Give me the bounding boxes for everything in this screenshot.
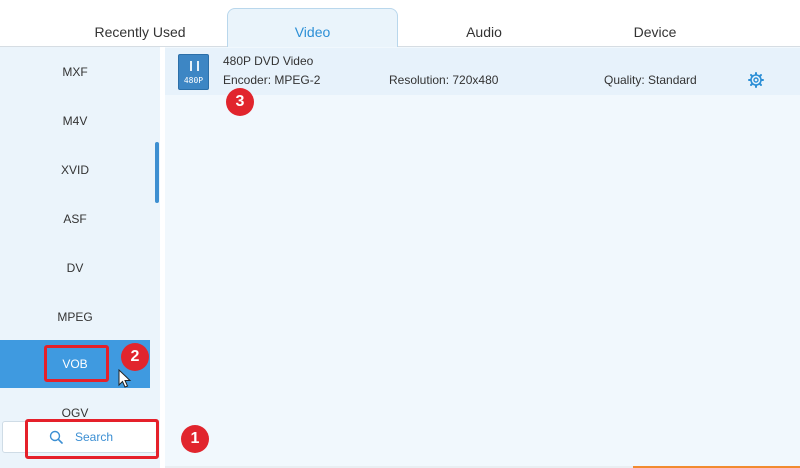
tab-device[interactable]: Device — [600, 8, 710, 47]
search-button[interactable]: Search — [2, 421, 157, 453]
search-icon — [49, 430, 63, 444]
sidebar-item-mpeg[interactable]: MPEG — [0, 294, 150, 340]
sidebar-item-mxf[interactable]: MXF — [0, 49, 150, 95]
tab-audio[interactable]: Audio — [430, 8, 538, 47]
format-icon-label: 480P — [183, 76, 204, 85]
preset-title: 480P DVD Video — [223, 54, 314, 68]
tab-recently-used[interactable]: Recently Used — [70, 8, 210, 47]
sidebar-item-asf[interactable]: ASF — [0, 196, 150, 242]
sidebar-item-m4v[interactable]: M4V — [0, 98, 150, 144]
annotation-badge-3: 3 — [226, 88, 254, 116]
sidebar-scrollbar[interactable] — [155, 142, 159, 203]
video-format-icon: 480P — [178, 54, 209, 90]
tab-bar: Recently Used Video Audio Device — [0, 0, 800, 48]
annotation-badge-1: 1 — [181, 425, 209, 453]
mouse-cursor-icon — [118, 369, 132, 388]
sidebar-item-dv[interactable]: DV — [0, 245, 150, 291]
search-label: Search — [75, 430, 114, 444]
preset-row[interactable]: 480P 480P DVD Video Encoder: MPEG-2 Reso… — [165, 48, 800, 95]
preset-quality: Quality: Standard — [604, 73, 697, 87]
sidebar-item-xvid[interactable]: XVID — [0, 147, 150, 193]
preset-resolution: Resolution: 720x480 — [389, 73, 499, 87]
film-icon — [190, 61, 199, 71]
format-sidebar: MXF M4V XVID ASF DV MPEG VOB OGV — [0, 47, 160, 468]
tab-video[interactable]: Video — [227, 8, 398, 48]
annotation-badge-2: 2 — [121, 343, 149, 371]
preset-list — [165, 47, 800, 468]
preset-encoder: Encoder: MPEG-2 — [223, 73, 321, 87]
gear-icon[interactable] — [748, 72, 764, 88]
